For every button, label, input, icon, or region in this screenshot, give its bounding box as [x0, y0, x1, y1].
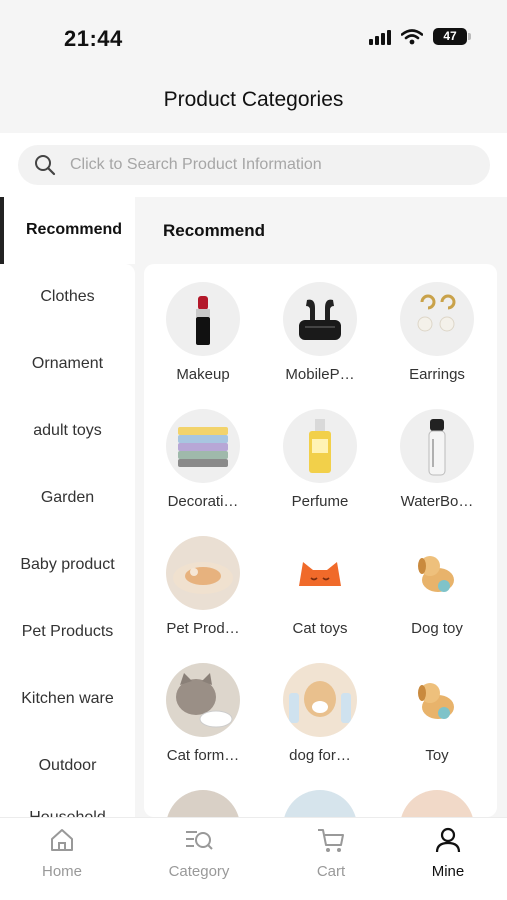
category-water-bottle[interactable]: WaterBo…	[378, 409, 496, 510]
category-label: Perfume	[291, 493, 349, 510]
category-grid[interactable]: Makeup MobileP… Earrings Decorati… Perfu…	[144, 264, 497, 817]
category-sidebar: Recommend Clothes Ornament adult toys Ga…	[0, 197, 135, 817]
category-label: Cat form…	[166, 747, 240, 764]
earbuds-icon	[283, 282, 357, 356]
category-label: WaterBo…	[400, 493, 474, 510]
category-label: Dog toy	[411, 620, 463, 637]
sidebar-item-adult-toys[interactable]: adult toys	[0, 422, 135, 440]
sidebar-item-pet-products[interactable]: Pet Products	[0, 623, 135, 641]
perfume-icon	[283, 409, 357, 483]
home-icon	[51, 829, 73, 851]
category-next-1[interactable]	[144, 790, 262, 817]
earrings-icon	[400, 282, 474, 356]
signal-icon	[369, 29, 391, 45]
sidebar-item-outdoor[interactable]: Outdoor	[0, 757, 135, 775]
sidebar-item-clothes[interactable]: Clothes	[0, 288, 135, 306]
category-label: Pet Prod…	[166, 620, 240, 637]
status-bar: 21:44 47	[0, 0, 507, 80]
category-label: Cat toys	[292, 620, 348, 637]
sidebar-item-household[interactable]: Household	[0, 809, 135, 817]
battery-icon: 47	[433, 28, 471, 45]
category-label: Toy	[425, 747, 449, 764]
search-input[interactable]: Click to Search Product Information	[18, 145, 490, 185]
tab-home[interactable]: Home	[12, 826, 112, 880]
page-title: Product Categories	[163, 88, 344, 111]
tab-label: Mine	[431, 863, 465, 880]
search-icon	[35, 155, 56, 176]
category-label: Makeup	[176, 366, 230, 383]
search-placeholder: Click to Search Product Information	[70, 156, 322, 173]
category-cat-formula[interactable]: Cat form…	[144, 663, 262, 764]
cat-toy-icon	[283, 536, 357, 610]
category-label: MobileP…	[285, 366, 355, 383]
baby-photo-icon	[400, 790, 474, 817]
search-area: Click to Search Product Information	[0, 133, 507, 197]
sidebar-item-label: Recommend	[26, 221, 123, 238]
tab-label: Home	[41, 863, 82, 880]
user-icon	[435, 827, 461, 853]
wifi-icon	[401, 28, 423, 45]
lipstick-icon	[166, 282, 240, 356]
category-next-3[interactable]	[378, 790, 496, 817]
water-bottle-icon	[400, 409, 474, 483]
sidebar-list[interactable]: Clothes Ornament adult toys Garden Baby …	[0, 264, 135, 817]
towels-icon	[166, 409, 240, 483]
category-cat-toys[interactable]: Cat toys	[261, 536, 379, 637]
tab-mine[interactable]: Mine	[398, 826, 498, 880]
sidebar-item-baby-product[interactable]: Baby product	[0, 556, 135, 574]
tab-cart[interactable]: Cart	[281, 826, 381, 880]
toy-icon	[400, 663, 474, 737]
sidebar-item-kitchen-ware[interactable]: Kitchen ware	[0, 690, 135, 708]
category-perfume[interactable]: Perfume	[261, 409, 379, 510]
category-dog-toy[interactable]: Dog toy	[378, 536, 496, 637]
category-pet-products[interactable]: Pet Prod…	[144, 536, 262, 637]
category-decoration[interactable]: Decorati…	[144, 409, 262, 510]
category-search-icon	[186, 831, 213, 850]
category-content: Recommend Makeup MobileP… Earrings Decor…	[144, 197, 507, 817]
category-earrings[interactable]: Earrings	[378, 282, 496, 383]
tab-category[interactable]: Category	[149, 826, 249, 880]
pet-bed-icon	[283, 790, 357, 817]
tab-label: Cart	[316, 863, 346, 880]
cat-photo-icon	[166, 790, 240, 817]
dog-toy-icon	[400, 536, 474, 610]
category-label: dog for…	[289, 747, 351, 764]
cat-photo-icon	[166, 663, 240, 737]
pet-bed-icon	[166, 536, 240, 610]
dog-photo-icon	[283, 663, 357, 737]
sidebar-item-garden[interactable]: Garden	[0, 489, 135, 507]
category-makeup[interactable]: Makeup	[144, 282, 262, 383]
sidebar-item-recommend[interactable]: Recommend	[0, 197, 135, 264]
category-label: Decorati…	[167, 493, 239, 510]
cart-icon	[318, 829, 344, 852]
section-heading: Recommend	[163, 221, 266, 240]
status-time: 21:44	[64, 26, 123, 51]
status-icons: 47	[369, 28, 471, 45]
sidebar-item-ornament[interactable]: Ornament	[0, 355, 135, 373]
category-mobile-phone[interactable]: MobileP…	[261, 282, 379, 383]
category-toy[interactable]: Toy	[378, 663, 496, 764]
category-next-2[interactable]	[261, 790, 379, 817]
tab-label: Category	[168, 863, 230, 880]
bottom-tab-bar: Home Category Cart Mine	[0, 817, 507, 900]
category-label: Earrings	[409, 366, 465, 383]
category-dog-formula[interactable]: dog for…	[261, 663, 379, 764]
